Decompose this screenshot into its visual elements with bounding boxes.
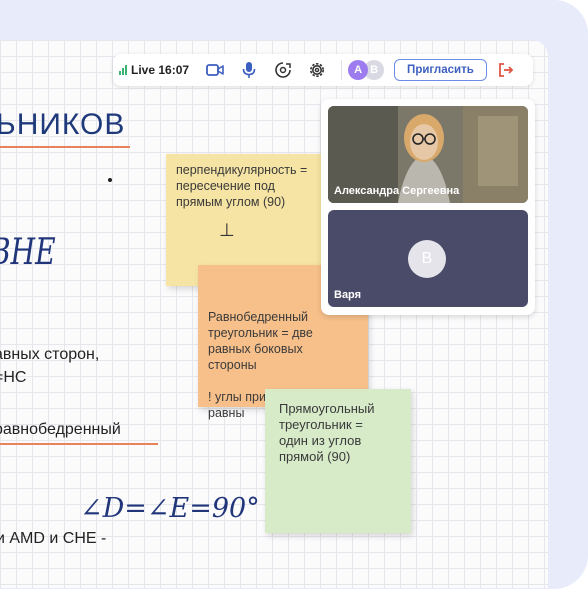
invite-button[interactable]: Пригласить [394,59,487,81]
board-text-line: =НС [0,369,27,386]
text-underline [0,443,158,445]
perpendicular-symbol: ⊥ [219,220,235,240]
sticky-line: пересечение под [176,179,275,193]
sticky-line: стороны [208,358,257,372]
sticky-line: прямым углом (90) [176,195,286,209]
session-toolbar: Live 16:07 А В Пригласить [113,54,533,86]
board-dot [108,178,112,182]
sticky-line: Прямоугольный [279,401,375,416]
board-title-text: ЬНИКОВ [0,108,126,141]
sticky-line: один из углов [279,433,362,448]
board-handwriting-angles: ∠D=∠E=90° [80,493,260,524]
live-indicator: Live 16:07 [119,63,189,77]
gear-icon[interactable] [307,60,327,80]
sticky-line: треугольник = [279,417,363,432]
avatar[interactable]: А [348,60,369,80]
toolbar-divider [341,60,343,80]
participant-name: Александра Сергеевна [334,185,460,197]
title-underline [0,146,130,148]
screen-share-icon[interactable] [273,60,293,80]
signal-icon [119,65,127,75]
video-tile[interactable]: Александра Сергеевна [328,106,528,203]
sticky-line: равных боковых [208,342,303,356]
video-panel: Александра Сергеевна В Варя [321,99,535,315]
sticky-line [208,373,358,389]
board-text-line: и AMD и CHE - [0,530,107,547]
exit-icon[interactable] [497,61,515,79]
board-text-line: равнобедренный [0,421,121,438]
camera-icon[interactable] [205,60,225,80]
live-timer: Live 16:07 [131,63,190,77]
sticky-line: прямой (90) [279,449,351,464]
sticky-line: треугольник = две [208,326,313,340]
avatar: В [408,240,446,278]
microphone-icon[interactable] [239,60,259,80]
board-handwriting-avne: ВНЕ [0,232,56,273]
video-tile[interactable]: В Варя [328,210,528,307]
board-text-line: авных сторон, [0,346,100,363]
participant-name: Варя [334,289,362,301]
sticky-line: перпендикулярность = [176,163,308,177]
sticky-note-right-triangle[interactable]: Прямоугольный треугольник = один из угло… [265,389,411,533]
